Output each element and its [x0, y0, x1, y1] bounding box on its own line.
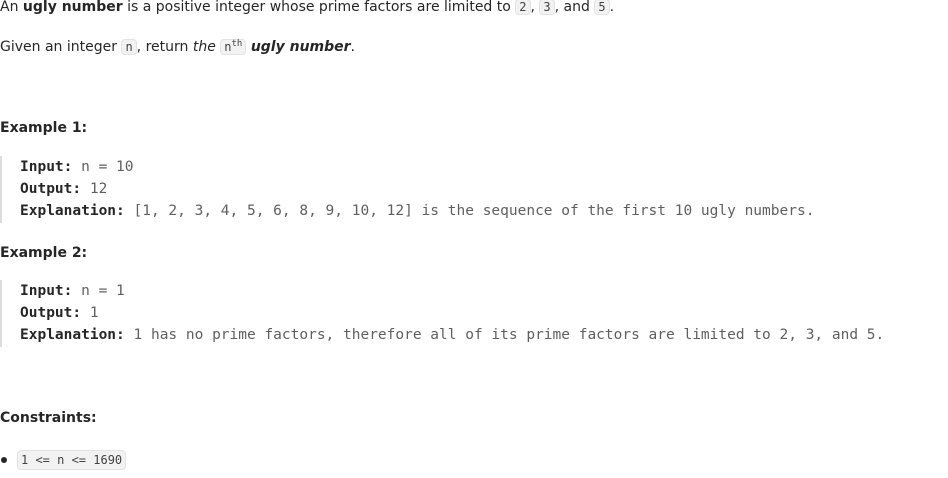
intro-text: An [0, 0, 23, 15]
task-term: ugly number [250, 39, 351, 55]
example-2-output-line: Output: 1 [20, 302, 948, 324]
task-text: Given an integer [0, 39, 122, 55]
factor-code: 2 [515, 0, 531, 15]
output-label: Output: [20, 181, 82, 197]
nth-base: n [224, 40, 232, 54]
factor-code: 3 [539, 0, 555, 15]
input-label: Input: [20, 159, 73, 175]
explanation-value: 1 has no prime factors, therefore all of… [133, 327, 885, 343]
constraint-code: 1 <= n <= 1690 [17, 450, 127, 470]
example-2-block: Input: n = 1 Output: 1 Explanation: 1 ha… [0, 280, 948, 347]
example-2-explanation-line: Explanation: 1 has no prime factors, the… [20, 324, 948, 346]
example-1-input-line: Input: n = 10 [20, 156, 948, 178]
intro-paragraph: An ugly number is a positive integer who… [0, 0, 614, 16]
task-paragraph: Given an integer n, return the nth ugly … [0, 38, 355, 56]
explanation-label: Explanation: [20, 203, 125, 219]
nth-superscript: th [231, 39, 243, 49]
example-2-input-line: Input: n = 1 [20, 280, 948, 302]
task-text: , return [136, 39, 193, 55]
intro-end: . [609, 0, 615, 15]
task-the: the [192, 39, 216, 55]
explanation-label: Explanation: [20, 327, 125, 343]
ugly-number-term: ugly number [22, 0, 123, 15]
example-1-explanation-line: Explanation: [1, 2, 3, 4, 5, 6, 8, 9, 10… [20, 200, 948, 222]
example-1-heading: Example 1: [0, 120, 88, 136]
example-1-block: Input: n = 10 Output: 12 Explanation: [1… [0, 156, 948, 223]
bullet-icon [1, 457, 7, 463]
n-variable-code: n [121, 39, 137, 55]
input-value: n = 10 [81, 159, 134, 175]
intro-text: is a positive integer whose prime factor… [122, 0, 516, 15]
task-end: . [350, 39, 355, 55]
input-label: Input: [20, 283, 73, 299]
constraints-heading: Constraints: [0, 410, 97, 426]
factor-code: 5 [594, 0, 610, 15]
output-value: 1 [89, 305, 99, 321]
input-value: n = 1 [81, 283, 125, 299]
example-1-output-line: Output: 12 [20, 178, 948, 200]
output-label: Output: [20, 305, 82, 321]
example-2-heading: Example 2: [0, 245, 88, 261]
nth-code: nth [220, 39, 247, 55]
output-value: 12 [89, 181, 108, 197]
explanation-value: [1, 2, 3, 4, 5, 6, 8, 9, 10, 12] is the … [133, 203, 815, 219]
intro-separator: , and [554, 0, 595, 15]
